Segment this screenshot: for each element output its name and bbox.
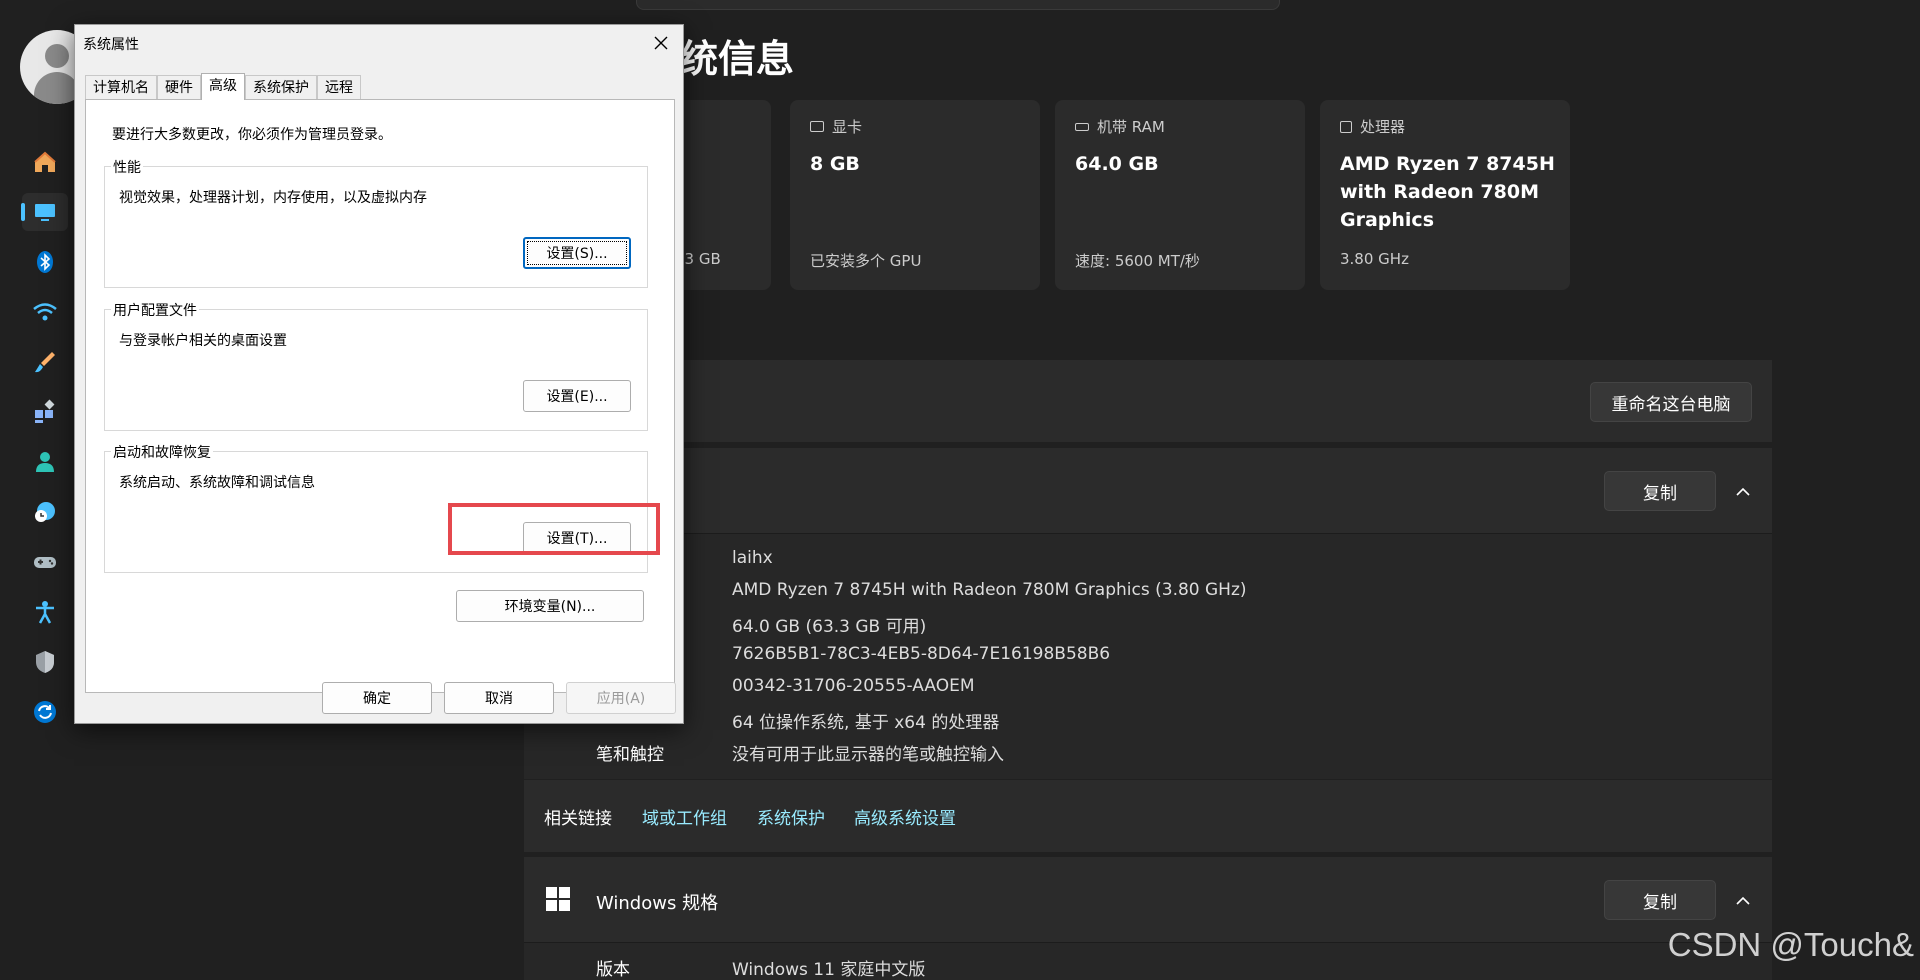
chevron-up-icon[interactable] (1733, 482, 1753, 502)
device-specs-body (524, 534, 1772, 779)
annotation-highlight-box (448, 503, 660, 555)
nav-personalization[interactable] (22, 343, 68, 381)
privacy-shield-icon (36, 651, 54, 673)
group-desc: 视觉效果，处理器计划，内存使用，以及虚拟内存 (119, 190, 427, 206)
tab-hardware[interactable]: 硬件 (157, 75, 201, 99)
home-icon (34, 151, 56, 172)
windows-logo-icon (546, 887, 570, 911)
card-value: AMD Ryzen 7 8745H with Radeon 780M Graph… (1340, 153, 1555, 231)
apply-button[interactable]: 应用(A) (566, 682, 676, 714)
link-advanced-system-settings[interactable]: 高级系统设置 (854, 804, 956, 829)
system-properties-dialog: 系统属性 计算机名 硬件 高级 系统保护 远程 要进行大多数更改，你必须作为管理… (74, 24, 684, 724)
avatar-head-icon (45, 44, 69, 68)
ram-card: 机带 RAM 64.0 GB 速度: 5600 MT/秒 (1055, 100, 1305, 290)
copy-windows-specs-button[interactable]: 复制 (1604, 880, 1716, 920)
system-icon (35, 204, 55, 221)
tab-computer-name[interactable]: 计算机名 (85, 75, 157, 99)
nav-accessibility[interactable] (22, 593, 68, 631)
spec-value: AMD Ryzen 7 8745H with Radeon 780M Graph… (732, 580, 1247, 600)
related-links-label: 相关链接 (544, 809, 612, 829)
tab-remote[interactable]: 远程 (317, 75, 361, 99)
device-specs-header (524, 448, 1772, 533)
ok-button[interactable]: 确定 (322, 682, 432, 714)
gaming-icon (34, 557, 56, 568)
nav-bluetooth[interactable] (22, 243, 68, 281)
spec-value: 没有可用于此显示器的笔或触控输入 (732, 745, 1004, 765)
spec-value: Windows 11 家庭中文版 (732, 960, 926, 980)
nav-apps[interactable] (22, 393, 68, 431)
card-sub: 3.80 GHz (1340, 250, 1409, 268)
group-title: 用户配置文件 (111, 300, 199, 320)
link-domain-workgroup[interactable]: 域或工作组 (642, 804, 727, 829)
windows-specs-title: Windows 规格 (596, 893, 719, 914)
gpu-icon (810, 121, 824, 132)
nav-system[interactable] (21, 193, 68, 231)
environment-variables-button[interactable]: 环境变量(N)... (456, 590, 644, 622)
card-label: 处理器 (1340, 116, 1405, 137)
card-label: 机带 RAM (1075, 116, 1165, 137)
accounts-icon (36, 452, 54, 472)
rename-panel (524, 360, 1772, 442)
group-title: 性能 (111, 157, 143, 177)
spec-value: 64.0 GB (63.3 GB 可用) (732, 617, 927, 637)
nav-network[interactable] (22, 293, 68, 331)
rename-pc-button[interactable]: 重命名这台电脑 (1590, 382, 1752, 422)
dialog-title: 系统属性 (83, 37, 139, 53)
user-profiles-settings-button[interactable]: 设置(E)... (523, 380, 631, 412)
accessibility-icon (36, 601, 54, 624)
gpu-card: 显卡 8 GB 已安装多个 GPU (790, 100, 1040, 290)
settings-search-box[interactable] (636, 0, 1280, 10)
group-title: 启动和故障恢复 (111, 442, 213, 462)
group-desc: 与登录帐户相关的桌面设置 (119, 333, 287, 349)
cancel-button[interactable]: 取消 (444, 682, 554, 714)
card-sub: 已安装多个 GPU (810, 252, 922, 270)
tab-advanced[interactable]: 高级 (201, 73, 245, 100)
close-icon[interactable] (649, 31, 673, 55)
spec-key: 版本 (596, 960, 630, 980)
processor-icon (1340, 120, 1352, 133)
spec-value: laihx (732, 548, 773, 568)
apps-icon (35, 399, 55, 423)
link-system-protection[interactable]: 系统保护 (757, 804, 825, 829)
nav-privacy[interactable] (22, 643, 68, 681)
chevron-up-icon[interactable] (1733, 891, 1753, 911)
dialog-tabs: 计算机名 硬件 高级 系统保护 远程 (85, 73, 361, 100)
nav-windows-update[interactable] (22, 693, 68, 731)
processor-card: 处理器 AMD Ryzen 7 8745H with Radeon 780M G… (1320, 100, 1570, 290)
windows-specs-body (524, 943, 1772, 980)
spec-value: 00342-31706-20555-AAOEM (732, 676, 975, 696)
page-title: 统信息 (680, 37, 795, 81)
advanced-tab-panel: 要进行大多数更改，你必须作为管理员登录。 性能 视觉效果，处理器计划，内存使用，… (85, 99, 675, 693)
group-desc: 系统启动、系统故障和调试信息 (119, 475, 315, 491)
card-sub: 速度: 5600 MT/秒 (1075, 252, 1200, 270)
nav-accounts[interactable] (22, 443, 68, 481)
admin-note: 要进行大多数更改，你必须作为管理员登录。 (112, 127, 392, 143)
copy-device-specs-button[interactable]: 复制 (1604, 471, 1716, 511)
spec-value: 64 位操作系统, 基于 x64 的处理器 (732, 713, 1000, 733)
card-value: 8 GB (810, 153, 860, 175)
card-label: 显卡 (810, 116, 862, 137)
performance-group: 性能 视觉效果，处理器计划，内存使用，以及虚拟内存 设置(S)... (104, 157, 648, 288)
performance-settings-button[interactable]: 设置(S)... (523, 237, 631, 269)
nav-time-language[interactable] (22, 493, 68, 531)
nav-home[interactable] (22, 143, 68, 181)
card-value: 64.0 GB (1075, 153, 1159, 175)
tab-system-protection[interactable]: 系统保护 (245, 75, 317, 99)
watermark: CSDN @Touch& (1667, 926, 1914, 963)
spec-value: 7626B5B1-78C3-4EB5-8D64-7E16198B58B6 (732, 644, 1111, 664)
bluetooth-icon (37, 251, 53, 273)
ram-icon (1075, 122, 1089, 131)
brush-icon (35, 352, 55, 373)
time-language-icon (35, 502, 55, 522)
spec-key: 笔和触控 (596, 745, 664, 765)
windows-update-icon (34, 701, 56, 723)
wifi-icon (33, 303, 57, 321)
nav-gaming[interactable] (22, 543, 68, 581)
user-profiles-group: 用户配置文件 与登录帐户相关的桌面设置 设置(E)... (104, 300, 648, 431)
